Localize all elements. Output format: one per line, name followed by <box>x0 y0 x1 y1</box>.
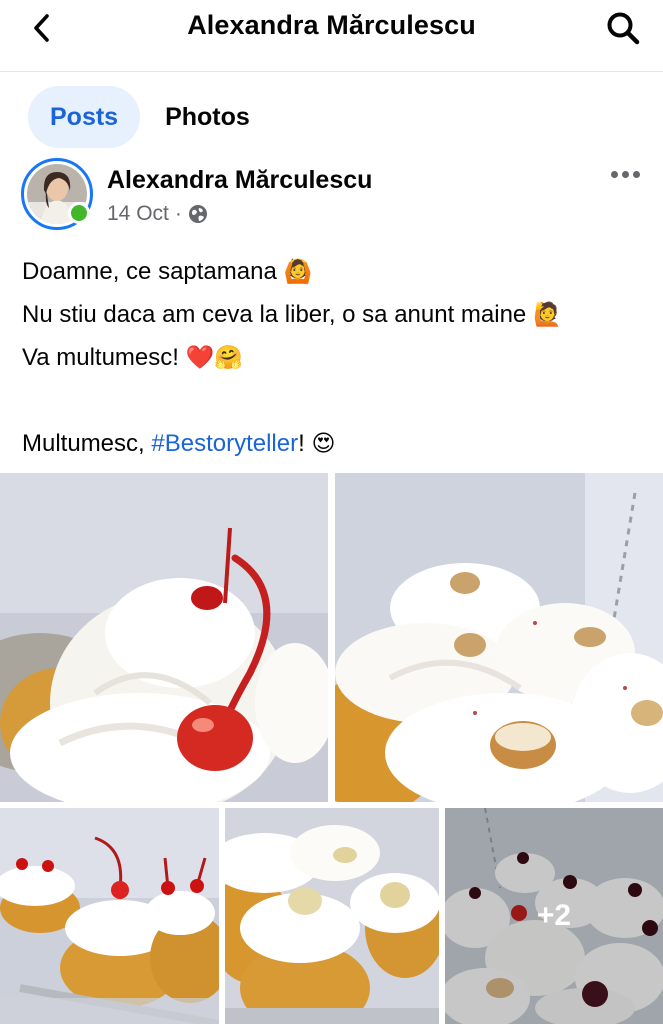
post-photo-5[interactable]: +2 <box>445 808 663 1024</box>
post-date[interactable]: 14 Oct <box>107 202 169 226</box>
tab-photos[interactable]: Photos <box>150 86 272 148</box>
post-text: Nu stiu daca am ceva la liber, o sa anun… <box>22 301 533 328</box>
globe-icon <box>188 205 207 223</box>
post-line-3: Va multumesc! ❤️🤗 <box>22 336 642 379</box>
tab-posts[interactable]: Posts <box>28 86 141 148</box>
search-button[interactable] <box>601 6 645 50</box>
more-dot-icon <box>621 170 629 178</box>
meta-separator: · <box>174 202 182 225</box>
post-text: Doamne, ce saptamana <box>22 258 284 285</box>
post-line-2: Nu stiu daca am ceva la liber, o sa anun… <box>22 293 642 336</box>
search-icon <box>607 12 640 45</box>
post-photo-4[interactable] <box>225 808 439 1024</box>
online-status-dot <box>68 202 90 224</box>
post-text: ! <box>298 430 312 457</box>
top-bar: Alexandra Mărculescu <box>0 0 663 72</box>
more-dot-icon <box>632 170 640 178</box>
hashtag-link[interactable]: #Bestoryteller <box>151 430 298 457</box>
post-meta: 14 Oct · <box>107 202 208 226</box>
post-text: Va multumesc! <box>22 344 186 371</box>
emoji: ❤️🤗 <box>185 345 243 371</box>
post-body: Doamne, ce saptamana 🙆 Nu stiu daca am c… <box>22 250 642 465</box>
post-text: Multumesc, <box>22 430 152 457</box>
more-photos-overlay[interactable]: +2 <box>445 808 663 1024</box>
emoji: 🙆 <box>283 259 313 285</box>
post-author-name[interactable]: Alexandra Mărculescu <box>107 166 372 195</box>
post-line-1: Doamne, ce saptamana 🙆 <box>22 250 642 293</box>
post-line-5: Multumesc, #Bestoryteller! 😍 <box>22 422 642 465</box>
page-title: Alexandra Mărculescu <box>187 10 476 40</box>
post-photo-3[interactable] <box>0 808 219 1024</box>
post-photo-2[interactable] <box>335 473 663 802</box>
post-photo-1[interactable] <box>0 473 328 802</box>
post-options-button[interactable] <box>607 160 643 188</box>
emoji: 🙋 <box>532 302 562 328</box>
profile-tabs: Posts Photos <box>28 86 272 148</box>
emoji: 😍 <box>311 431 336 457</box>
more-dot-icon <box>610 170 618 178</box>
